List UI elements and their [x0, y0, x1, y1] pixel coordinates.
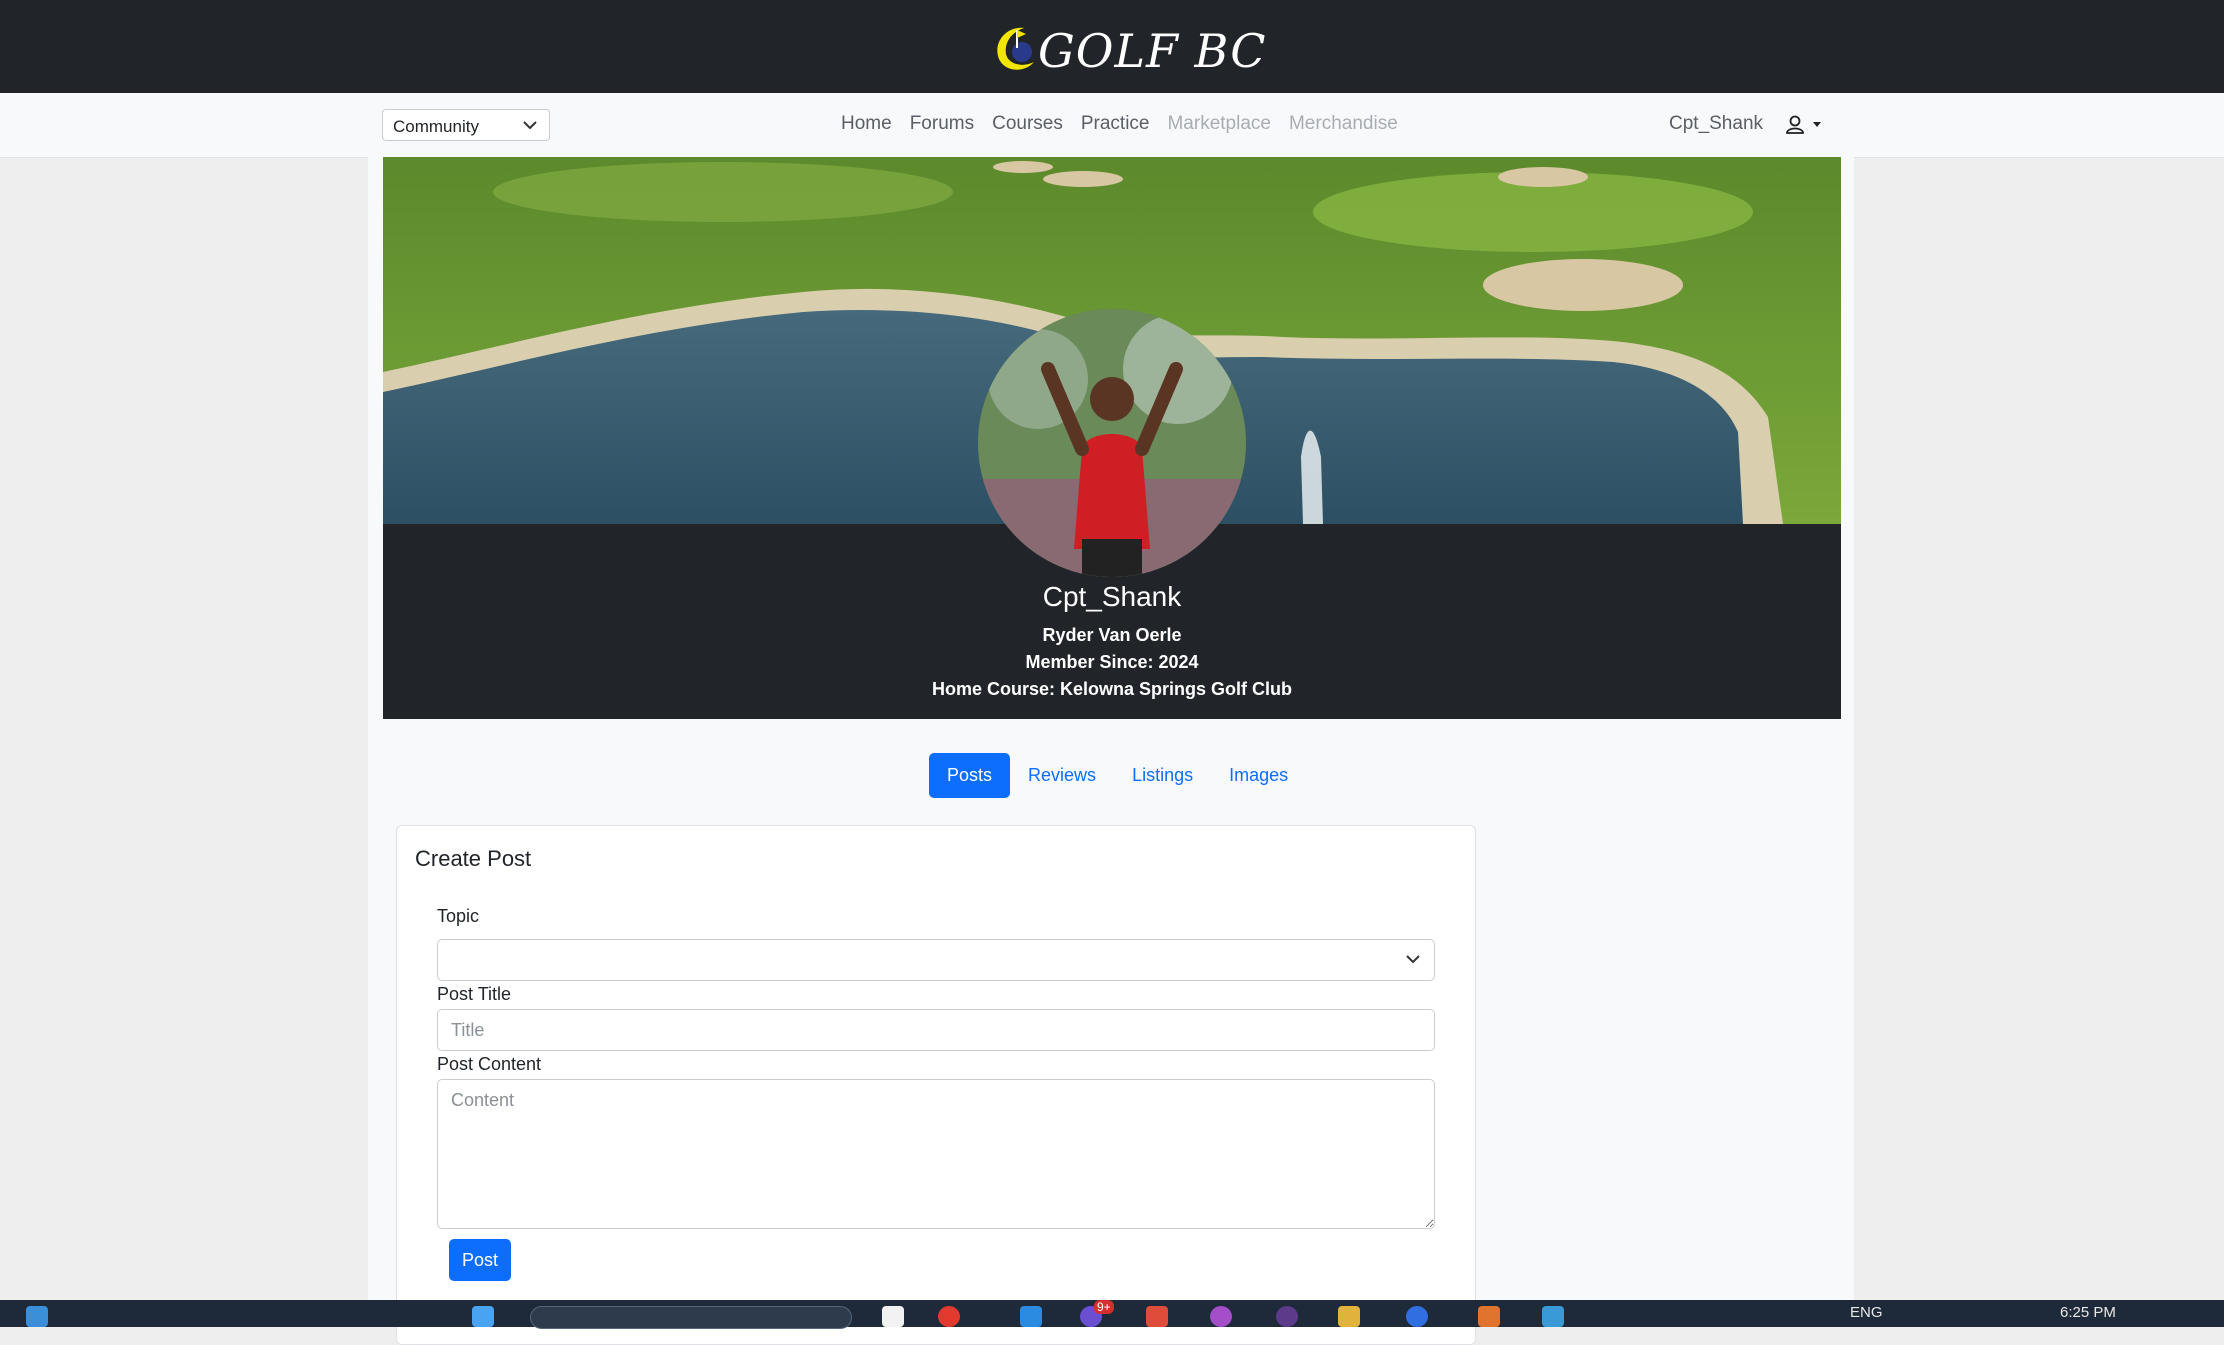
- app-icon[interactable]: [1020, 1306, 1042, 1327]
- profile-full-name: Ryder Van Oerle: [1042, 625, 1182, 645]
- language-indicator[interactable]: ENG: [1850, 1304, 1883, 1321]
- nav-link-marketplace[interactable]: Marketplace: [1167, 113, 1271, 135]
- community-select[interactable]: Community: [382, 109, 550, 141]
- post-title-label: Post Title: [437, 984, 512, 1004]
- nav-link-courses[interactable]: Courses: [992, 113, 1063, 135]
- nav-link-merchandise[interactable]: Merchandise: [1289, 113, 1398, 135]
- search-box[interactable]: [530, 1306, 852, 1329]
- chevron-down-icon: [1406, 955, 1420, 964]
- chevron-down-icon: [523, 121, 537, 130]
- topic-select[interactable]: [437, 939, 1435, 981]
- profile-tabs: Posts Reviews Listings Images: [929, 753, 1306, 798]
- nav-links: Home Forums Courses Practice Marketplace…: [841, 113, 1398, 135]
- folder-icon[interactable]: [1338, 1306, 1360, 1327]
- create-post-card: Create Post Topic Post Title Post Conten…: [396, 825, 1476, 1345]
- notification-badge: 9+: [1094, 1300, 1114, 1314]
- create-post-title: Create Post: [415, 846, 532, 871]
- tab-reviews[interactable]: Reviews: [1010, 753, 1114, 798]
- profile-username: Cpt_Shank: [1042, 581, 1182, 612]
- profile-avatar: [978, 309, 1246, 577]
- widgets-icon[interactable]: [472, 1306, 494, 1327]
- logo-text: GOLF BC: [1038, 24, 1267, 78]
- tab-posts[interactable]: Posts: [929, 753, 1011, 798]
- app-icon[interactable]: [1478, 1306, 1500, 1327]
- start-icon[interactable]: [26, 1306, 48, 1327]
- user-menu-toggle[interactable]: [1784, 113, 1824, 137]
- tab-listings[interactable]: Listings: [1114, 753, 1211, 798]
- golf-bc-logo[interactable]: GOLF BC: [990, 18, 1265, 80]
- app-icon[interactable]: [1406, 1306, 1428, 1327]
- post-submit-button[interactable]: Post: [449, 1239, 511, 1281]
- file-icon[interactable]: [882, 1306, 904, 1327]
- app-icon[interactable]: [1542, 1306, 1564, 1327]
- nav-link-home[interactable]: Home: [841, 113, 892, 135]
- os-taskbar: 9+ ENG 6:25 PM: [0, 1300, 2224, 1329]
- nav-username[interactable]: Cpt_Shank: [1669, 113, 1763, 135]
- post-content-textarea[interactable]: [437, 1079, 1435, 1229]
- profile-home-course: Home Course: Kelowna Springs Golf Club: [931, 679, 1293, 699]
- community-select-value: Community: [393, 117, 479, 136]
- tab-images[interactable]: Images: [1211, 753, 1306, 798]
- app-icon[interactable]: [1210, 1306, 1232, 1327]
- brand-header: GOLF BC: [0, 0, 2224, 93]
- app-icon[interactable]: [1276, 1306, 1298, 1327]
- profile-member-since: Member Since: 2024: [1025, 652, 1199, 672]
- user-icon: [1786, 115, 1821, 134]
- clock[interactable]: 6:25 PM: [2060, 1304, 2116, 1321]
- topic-label: Topic: [437, 906, 480, 926]
- nav-link-forums[interactable]: Forums: [910, 113, 974, 135]
- app-icon[interactable]: [1146, 1306, 1168, 1327]
- chrome-icon[interactable]: [938, 1306, 960, 1327]
- nav-link-practice[interactable]: Practice: [1081, 113, 1150, 135]
- post-content-label: Post Content: [437, 1054, 542, 1074]
- navbar: Community Home Forums Courses Practice M…: [0, 93, 2224, 158]
- post-title-input[interactable]: [437, 1009, 1435, 1051]
